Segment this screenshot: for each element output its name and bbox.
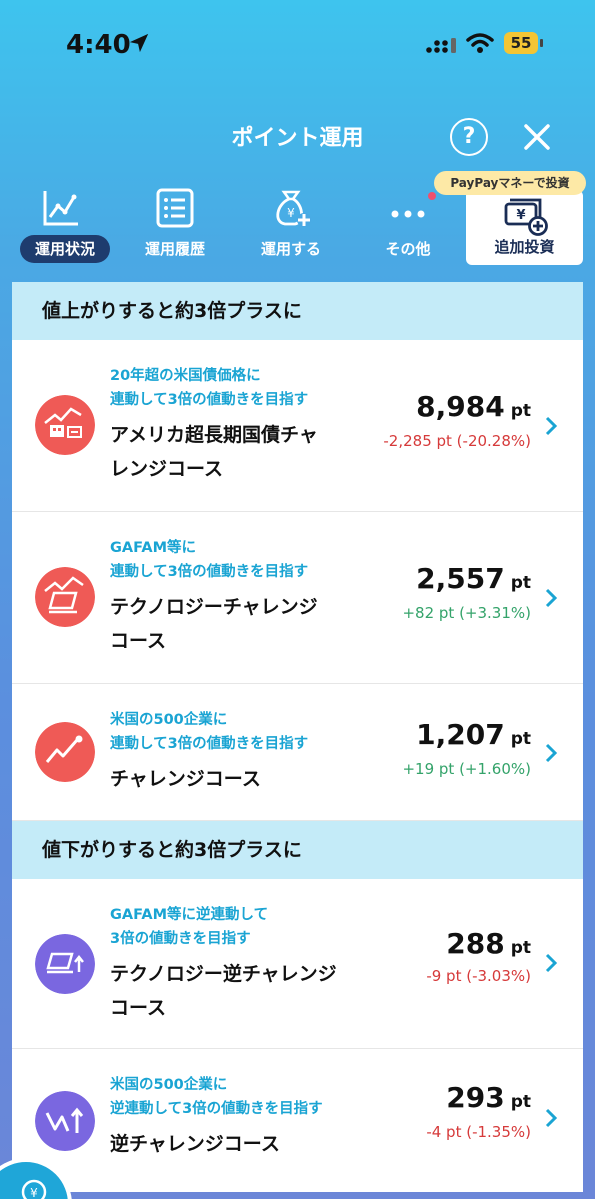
bond-chart-icon (35, 395, 95, 455)
list-document-icon (156, 188, 194, 228)
course-row-technology-inverse-challenge[interactable]: GAFAM等に逆連動して 3倍の値動きを目指す テクノロジー逆チャレンジ コース… (12, 879, 583, 1049)
course-name-line1: アメリカ超長期国債チャ (110, 424, 318, 446)
notification-dot (428, 192, 436, 200)
course-row-us-long-bond-challenge[interactable]: 20年超の米国債価格に 連動して3倍の値動きを目指す アメリカ超長期国債チャ レ… (12, 340, 583, 512)
course-points: 2,557 pt (416, 562, 531, 595)
course-desc-line2: 連動して3倍の値動きを目指す (110, 564, 309, 580)
chevron-right-icon (545, 588, 558, 608)
course-change: -9 pt (-3.03%) (426, 967, 531, 985)
course-desc-line1: 米国の500企業に (110, 712, 228, 728)
tab-label-additional: 追加投資 (494, 238, 555, 256)
course-list-panel: 値上がりすると約3倍プラスに 20年超の米国債価格に 連動して3倍の値動きを目指… (12, 282, 583, 1192)
tab-invest[interactable]: ¥ 運用する (236, 180, 346, 266)
course-name-line2: レンジコース (110, 458, 224, 480)
course-desc-line1: 20年超の米国債価格に (110, 368, 261, 384)
points-value: 288 (446, 927, 505, 960)
course-name-line1: チャレンジコース (110, 768, 261, 790)
status-bar: 4:40 55 (0, 0, 595, 90)
course-desc-line2: 3倍の値動きを目指す (110, 931, 251, 947)
yen-exchange-icon: ¥ (21, 1179, 47, 1199)
course-change: -2,285 pt (-20.28%) (383, 432, 531, 450)
money-bag-plus-icon: ¥ (276, 190, 311, 227)
course-change: -4 pt (-1.35%) (426, 1123, 531, 1141)
section-header-rise: 値上がりすると約3倍プラスに (12, 282, 583, 340)
points-unit: pt (510, 1092, 531, 1112)
tab-label-status: 運用状況 (20, 235, 110, 263)
course-desc-line1: 米国の500企業に (110, 1077, 228, 1093)
battery-tip (540, 39, 543, 47)
battery-indicator: 55 (504, 32, 544, 54)
course-desc-line1: GAFAM等に (110, 540, 197, 556)
section-header-fall: 値下がりすると約3倍プラスに (12, 821, 583, 879)
svg-text:¥: ¥ (516, 208, 525, 223)
points-unit: pt (510, 401, 531, 421)
laptop-chart-icon (35, 567, 95, 627)
tab-additional-investment[interactable]: ¥ 追加投資 (466, 190, 583, 265)
more-dots-icon (391, 210, 425, 218)
points-unit: pt (510, 729, 531, 749)
tab-history[interactable]: 運用履歴 (120, 180, 230, 266)
uptrend-chart-icon (35, 722, 95, 782)
course-name-line2: コース (110, 630, 167, 652)
status-time: 4:40 (66, 30, 131, 60)
points-unit: pt (510, 938, 531, 958)
course-name-line1: テクノロジーチャレンジ (110, 596, 318, 618)
svg-text:¥: ¥ (30, 1186, 38, 1199)
course-name-line2: コース (110, 997, 167, 1019)
course-row-technology-challenge[interactable]: GAFAM等に 連動して3倍の値動きを目指す テクノロジーチャレンジ コース 2… (12, 512, 583, 684)
course-row-challenge[interactable]: 米国の500企業に 連動して3倍の値動きを目指す チャレンジコース 1,207 p… (12, 684, 583, 821)
course-points: 8,984 pt (416, 390, 531, 423)
tab-status[interactable]: 運用状況 (6, 180, 116, 266)
svg-text:¥: ¥ (287, 206, 295, 220)
battery-level: 55 (504, 32, 538, 54)
paypay-badge: PayPayマネーで投資 (434, 171, 586, 195)
points-value: 2,557 (416, 562, 505, 595)
wifi-icon (466, 33, 494, 53)
course-change: +19 pt (+1.60%) (402, 760, 531, 778)
line-chart-icon (43, 191, 78, 226)
points-value: 293 (446, 1081, 505, 1114)
course-desc-line1: GAFAM等に逆連動して (110, 907, 269, 923)
course-name-line1: 逆チャレンジコース (110, 1133, 280, 1155)
chevron-right-icon (545, 953, 558, 973)
help-button[interactable]: ? (450, 118, 488, 156)
course-desc-line2: 逆連動して3倍の値動きを目指す (110, 1101, 323, 1117)
course-points: 288 pt (446, 927, 531, 960)
cash-plus-icon: ¥ (504, 198, 548, 236)
course-change: +82 pt (+3.31%) (402, 604, 531, 622)
course-points: 1,207 pt (416, 718, 531, 751)
zigzag-inverse-icon (35, 1091, 95, 1151)
points-value: 8,984 (416, 390, 505, 423)
chevron-right-icon (545, 743, 558, 763)
page-title: ポイント運用 (231, 126, 364, 151)
laptop-inverse-icon (35, 934, 95, 994)
chevron-right-icon (545, 416, 558, 436)
course-points: 293 pt (446, 1081, 531, 1114)
course-desc-line2: 連動して3倍の値動きを目指す (110, 736, 309, 752)
course-row-inverse-challenge[interactable]: 米国の500企業に 逆連動して3倍の値動きを目指す 逆チャレンジコース 293 p… (12, 1049, 583, 1192)
course-name-line1: テクノロジー逆チャレンジ (110, 963, 337, 985)
course-desc-line2: 連動して3倍の値動きを目指す (110, 392, 309, 408)
close-icon[interactable] (520, 120, 554, 154)
location-arrow-icon (129, 33, 149, 53)
points-unit: pt (510, 573, 531, 593)
tab-label-history: 運用履歴 (144, 240, 205, 258)
tab-label-invest: 運用する (260, 240, 321, 258)
cellular-signal-icon (426, 38, 456, 53)
chevron-right-icon (545, 1108, 558, 1128)
points-value: 1,207 (416, 718, 505, 751)
tab-label-other: その他 (385, 240, 431, 258)
